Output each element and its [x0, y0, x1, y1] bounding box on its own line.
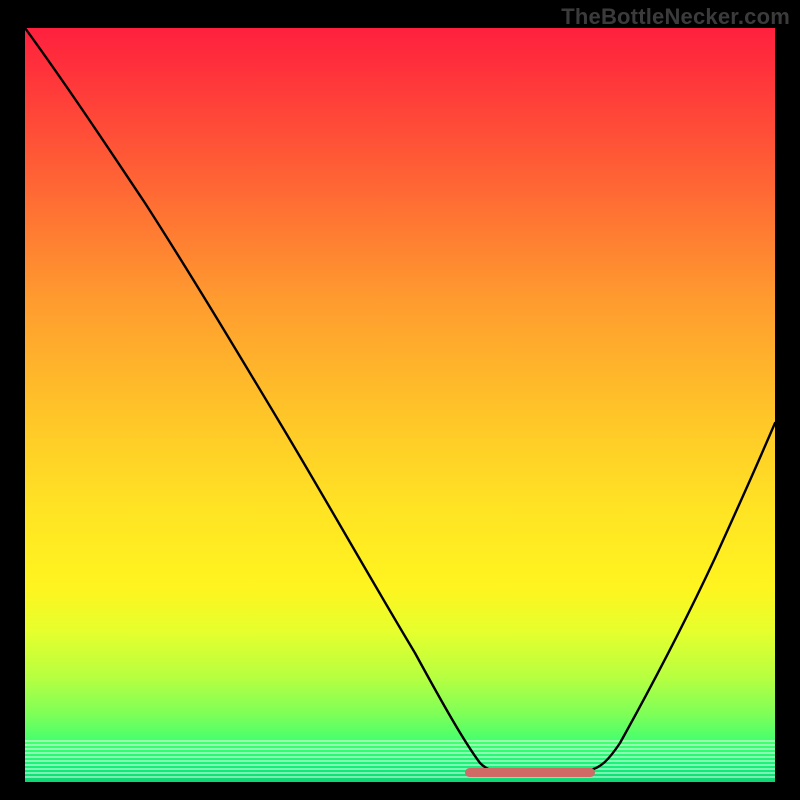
curve-path	[25, 28, 775, 773]
chart-frame	[25, 28, 775, 782]
bottleneck-curve	[25, 28, 775, 782]
optimal-range-marker	[465, 768, 595, 777]
attribution-text: TheBottleNecker.com	[561, 4, 790, 30]
